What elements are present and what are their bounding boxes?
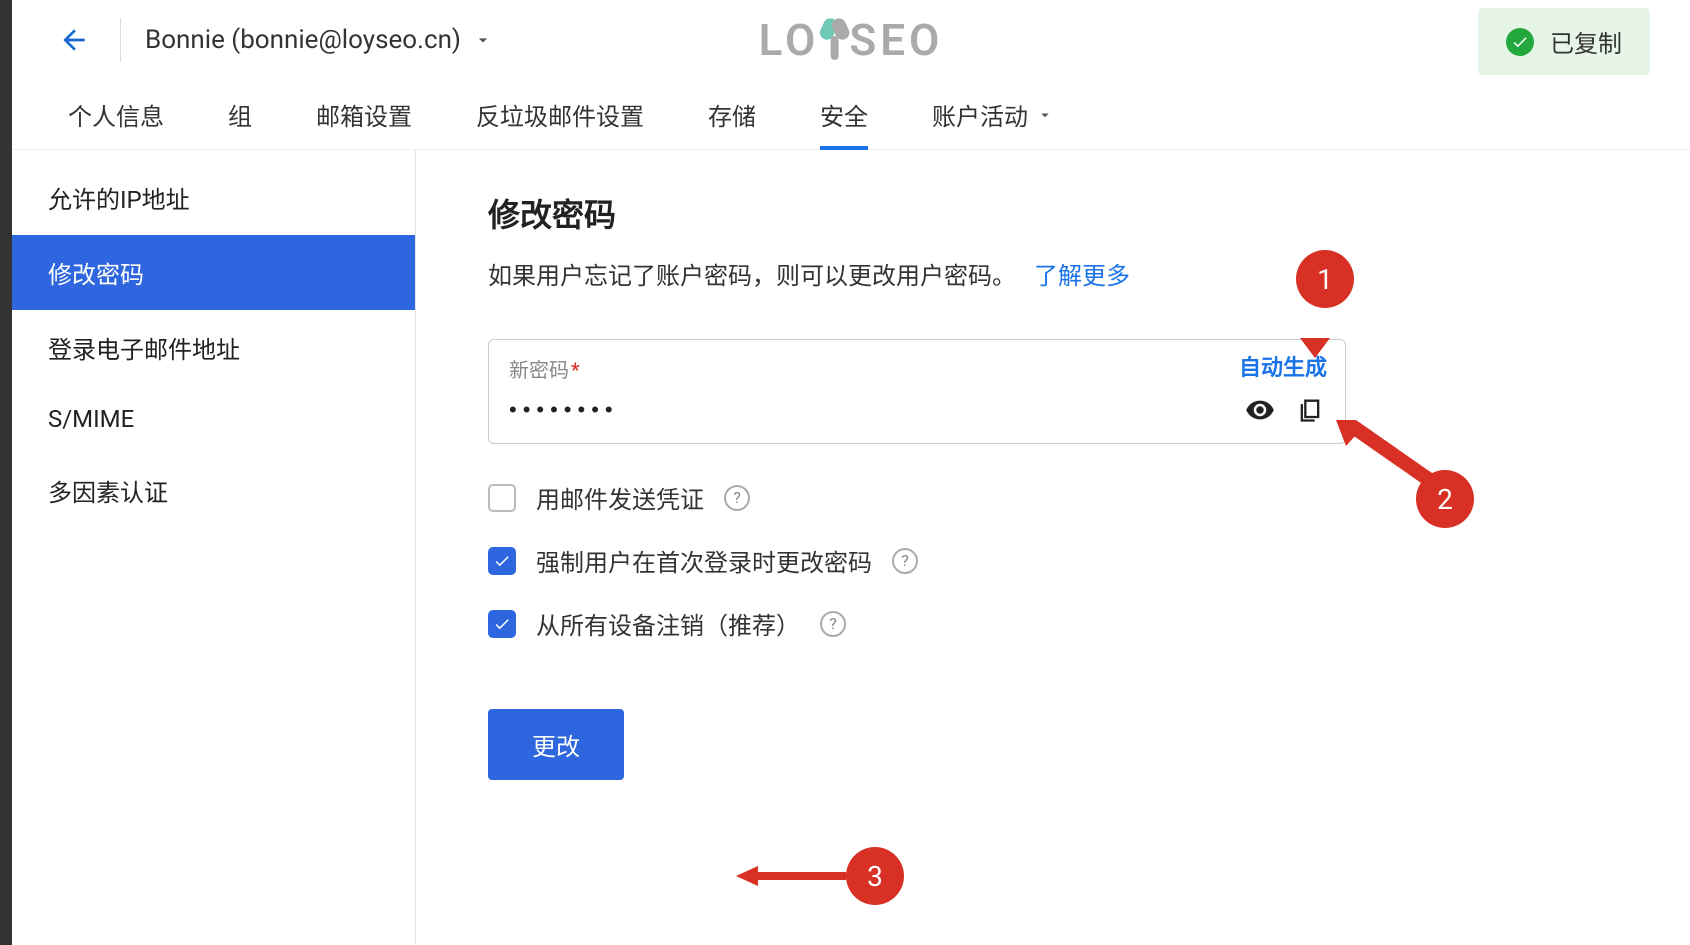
brand-logo: LO SEO	[759, 14, 944, 66]
header-divider	[120, 18, 121, 62]
checkbox-label: 从所有设备注销（推荐）	[536, 606, 800, 641]
main-panel: 修改密码 如果用户忘记了账户密码，则可以更改用户密码。 了解更多 新密码* 自动…	[416, 150, 1690, 945]
sidebar-item-label: 允许的IP地址	[48, 186, 190, 214]
app-container: Bonnie (bonnie@loyseo.cn) LO SEO 已复制 个人信…	[12, 0, 1690, 945]
toast-text: 已复制	[1550, 24, 1622, 59]
page-description-text: 如果用户忘记了账户密码，则可以更改用户密码。	[488, 262, 1016, 290]
tab-label: 反垃圾邮件设置	[476, 97, 644, 132]
required-mark: *	[571, 358, 580, 382]
tab-security[interactable]: 安全	[820, 80, 868, 149]
annotation-arrow-1	[1290, 302, 1340, 372]
sidebar-item-mfa[interactable]: 多因素认证	[12, 453, 415, 528]
page-title: 修改密码	[488, 190, 1618, 236]
toast-copied: 已复制	[1478, 8, 1650, 75]
checkbox-force-change[interactable]	[488, 547, 516, 575]
tab-label: 邮箱设置	[316, 97, 412, 132]
learn-more-link[interactable]: 了解更多	[1034, 262, 1130, 290]
password-row	[509, 395, 1325, 425]
chevron-down-icon	[1036, 106, 1054, 124]
logo-y-icon	[819, 20, 849, 60]
sidebar-item-label: S/MIME	[48, 405, 134, 433]
check-circle-icon	[1506, 28, 1534, 56]
check-icon	[493, 552, 511, 570]
help-icon[interactable]: ?	[820, 611, 846, 637]
tab-bar: 个人信息 组 邮箱设置 反垃圾邮件设置 存储 安全 账户活动	[12, 80, 1690, 150]
header-bar: Bonnie (bonnie@loyseo.cn) LO SEO 已复制	[12, 0, 1690, 80]
sidebar-item-label: 多因素认证	[48, 479, 168, 507]
user-dropdown[interactable]: Bonnie (bonnie@loyseo.cn)	[145, 25, 493, 55]
tab-label: 存储	[708, 97, 756, 132]
tab-antispam[interactable]: 反垃圾邮件设置	[476, 80, 644, 149]
tab-account-activity[interactable]: 账户活动	[932, 80, 1054, 149]
eye-icon	[1245, 395, 1275, 425]
checkbox-row-logout-all: 从所有设备注销（推荐） ?	[488, 606, 1618, 641]
sidebar-item-allowed-ip[interactable]: 允许的IP地址	[12, 160, 415, 235]
content-body: 允许的IP地址 修改密码 登录电子邮件地址 S/MIME 多因素认证 修改密码 …	[12, 150, 1690, 945]
back-button[interactable]	[52, 18, 96, 62]
annotation-arrow-2	[1336, 420, 1446, 500]
logo-text-right: SEO	[849, 14, 943, 66]
copy-button[interactable]	[1295, 395, 1325, 425]
submit-button[interactable]: 更改	[488, 709, 624, 780]
new-password-field: 新密码* 自动生成	[488, 339, 1346, 444]
tab-label: 安全	[820, 97, 868, 132]
page-description: 如果用户忘记了账户密码，则可以更改用户密码。 了解更多	[488, 256, 1618, 291]
security-sidebar: 允许的IP地址 修改密码 登录电子邮件地址 S/MIME 多因素认证	[12, 150, 416, 945]
tab-group[interactable]: 组	[228, 80, 252, 149]
field-label: 新密码*	[509, 354, 1325, 383]
checkbox-logout-all[interactable]	[488, 610, 516, 638]
field-label-text: 新密码	[509, 358, 569, 382]
check-icon	[493, 615, 511, 633]
checkbox-row-send-email: 用邮件发送凭证 ?	[488, 480, 1618, 515]
arrow-left-icon	[58, 24, 90, 56]
checkbox-label: 强制用户在首次登录时更改密码	[536, 543, 872, 578]
checkbox-label: 用邮件发送凭证	[536, 480, 704, 515]
sidebar-item-login-email[interactable]: 登录电子邮件地址	[12, 310, 415, 385]
annotation-arrow-3	[736, 866, 856, 896]
logo-text-left: LO	[759, 14, 820, 66]
sidebar-item-label: 修改密码	[48, 261, 144, 289]
checkbox-send-credentials[interactable]	[488, 484, 516, 512]
checkbox-row-force-change: 强制用户在首次登录时更改密码 ?	[488, 543, 1618, 578]
help-icon[interactable]: ?	[724, 485, 750, 511]
window-edge	[0, 0, 12, 945]
sidebar-item-label: 登录电子邮件地址	[48, 336, 240, 364]
tab-label: 账户活动	[932, 97, 1028, 132]
user-display-name: Bonnie (bonnie@loyseo.cn)	[145, 25, 461, 55]
tab-mailbox-settings[interactable]: 邮箱设置	[316, 80, 412, 149]
tab-storage[interactable]: 存储	[708, 80, 756, 149]
sidebar-item-change-password[interactable]: 修改密码	[12, 235, 415, 310]
field-icon-group	[1245, 395, 1325, 425]
help-icon[interactable]: ?	[892, 548, 918, 574]
copy-icon	[1296, 396, 1324, 424]
tab-label: 个人信息	[68, 97, 164, 132]
sidebar-item-smime[interactable]: S/MIME	[12, 385, 415, 453]
tab-profile[interactable]: 个人信息	[68, 80, 164, 149]
password-input[interactable]	[509, 397, 1109, 423]
toggle-visibility-button[interactable]	[1245, 395, 1275, 425]
chevron-down-icon	[473, 30, 493, 50]
tab-label: 组	[228, 97, 252, 132]
